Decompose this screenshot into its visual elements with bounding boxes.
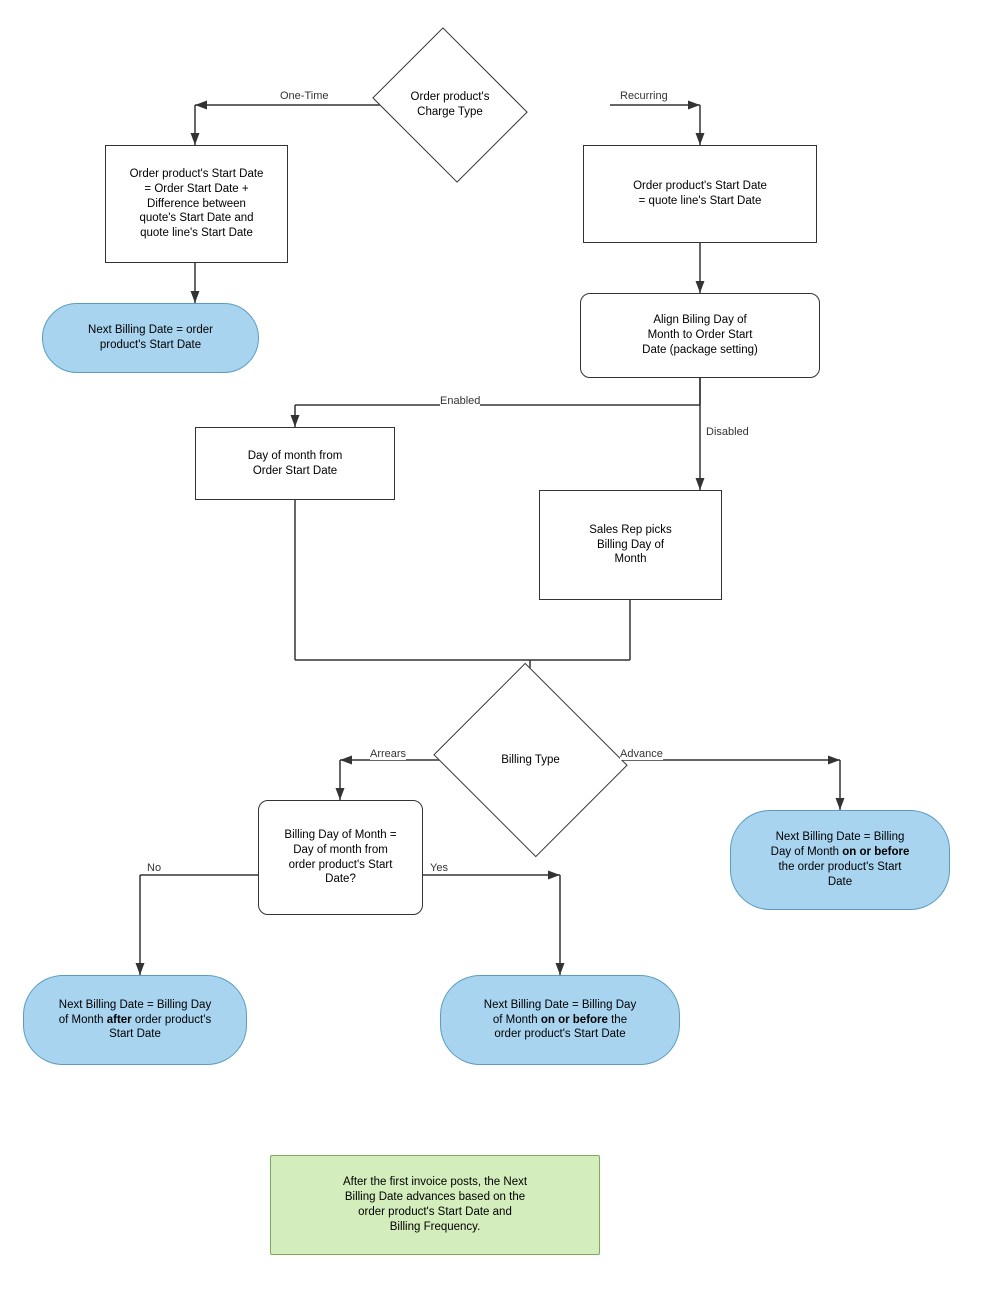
recurring-label: Recurring <box>620 90 668 102</box>
recurring-box: Order product's Start Date= quote line's… <box>583 145 817 243</box>
charge-type-label: Order product's Charge Type <box>391 56 509 154</box>
next-billing-on-or-before-oval: Next Billing Date = Billing Dayof Month … <box>440 975 680 1065</box>
recurring-box-text: Order product's Start Date= quote line's… <box>633 179 767 209</box>
billing-type-diamond: Billing Type <box>433 663 627 857</box>
billing-day-question-box: Billing Day of Month =Day of month fromo… <box>258 800 423 915</box>
sales-rep-box: Sales Rep picksBilling Day ofMonth <box>539 490 722 600</box>
one-time-box: Order product's Start Date= Order Start … <box>105 145 288 263</box>
next-billing-advance-oval: Next Billing Date = BillingDay of Month … <box>730 810 950 910</box>
next-billing-after-text: Next Billing Date = Billing Dayof Month … <box>59 998 211 1043</box>
one-time-box-text: Order product's Start Date= Order Start … <box>130 167 264 242</box>
next-billing-one-time-oval: Next Billing Date = orderproduct's Start… <box>42 303 259 373</box>
disabled-label: Disabled <box>706 426 749 438</box>
day-of-month-box: Day of month fromOrder Start Date <box>195 427 395 500</box>
enabled-label: Enabled <box>440 395 480 407</box>
next-billing-advance-text: Next Billing Date = BillingDay of Month … <box>771 830 910 890</box>
sales-rep-text: Sales Rep picksBilling Day ofMonth <box>589 523 671 568</box>
diagram-container: Order product's Charge Type One-Time Rec… <box>0 0 1000 1289</box>
one-time-label: One-Time <box>280 90 329 102</box>
green-note-text: After the first invoice posts, the NextB… <box>343 1175 527 1235</box>
arrears-label: Arrears <box>370 748 406 760</box>
billing-day-question-text: Billing Day of Month =Day of month fromo… <box>284 828 396 888</box>
advance-label: Advance <box>620 748 663 760</box>
day-of-month-text: Day of month fromOrder Start Date <box>248 449 343 479</box>
no-label: No <box>147 862 161 874</box>
yes-label: Yes <box>430 862 448 874</box>
charge-type-diamond: Order product's Charge Type <box>372 27 528 183</box>
billing-type-label: Billing Type <box>459 696 602 824</box>
next-billing-on-or-before-text: Next Billing Date = Billing Dayof Month … <box>484 998 636 1043</box>
next-billing-one-time-text: Next Billing Date = orderproduct's Start… <box>88 323 213 353</box>
next-billing-after-oval: Next Billing Date = Billing Dayof Month … <box>23 975 247 1065</box>
align-billing-day-box: Align Biling Day ofMonth to Order StartD… <box>580 293 820 378</box>
align-billing-day-text: Align Biling Day ofMonth to Order StartD… <box>642 313 758 358</box>
green-note-box: After the first invoice posts, the NextB… <box>270 1155 600 1255</box>
